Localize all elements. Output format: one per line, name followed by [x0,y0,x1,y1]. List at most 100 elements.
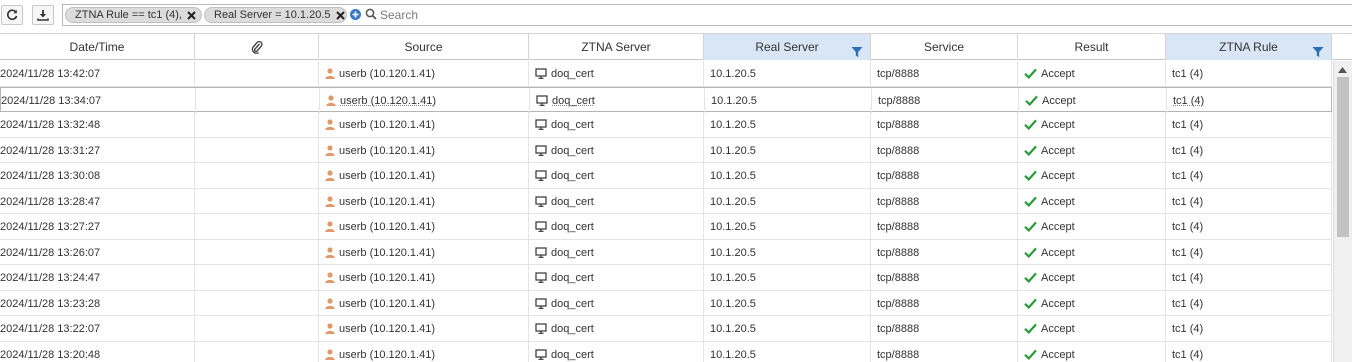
checkmark-icon [1024,196,1037,207]
cell-service: tcp/8888 [872,87,1019,113]
column-header-real-server[interactable]: Real Server [704,34,871,60]
download-button[interactable] [32,5,54,25]
cell-ztna-rule-text: tc1 (4) [1172,68,1204,80]
table-row[interactable]: 2024/11/28 13:42:07 userb (10.120.1.41) do… [0,61,1332,87]
cell-source: userb (10.120.1.41) [319,316,529,341]
table-row[interactable]: 2024/11/28 13:23:28 userb (10.120.1.41) do… [0,290,1332,316]
cell-service-text: tcp/8888 [877,323,920,335]
cell-real-server-text: 10.1.20.5 [710,246,756,259]
column-header-ztna-server[interactable]: ZTNA Server [529,34,704,60]
cell-service-text: tcp/8888 [877,272,920,284]
cell-ztna-rule: tc1 (4) [1166,239,1332,265]
table-row[interactable]: 2024/11/28 13:28:47 userb (10.120.1.41) do… [0,188,1332,214]
checkmark-icon [1024,298,1037,309]
cell-ztna-rule: tc1 (4) [1166,188,1332,214]
checkmark-icon [1024,68,1037,79]
cell-real-server-text: 10.1.20.5 [710,348,756,361]
user-icon [325,170,335,181]
monitor-icon [535,144,547,156]
filter-chip-label: Real Server = 10.1.20.5 [214,9,331,21]
paperclip-icon [251,37,263,63]
cell-ztna-rule-text: tc1 (4) [1172,170,1204,182]
cell-ztna-server: doq_cert [529,214,704,239]
cell-real-server: 10.1.20.5 [704,61,871,86]
cell-result: Accept [1018,112,1166,137]
monitor-icon [535,221,547,232]
cell-service-text: tcp/8888 [877,297,920,310]
download-icon [37,9,49,21]
cell-real-server: 10.1.20.5 [704,214,871,239]
cell-attachment [195,163,319,188]
cell-real-server-text: 10.1.20.5 [711,94,757,107]
cell-ztna-server-text: doq_cert [551,119,594,131]
column-header-result[interactable]: Result [1018,34,1166,60]
cell-datetime: 2024/11/28 13:34:07 [1,87,196,113]
cell-attachment [195,188,319,214]
cell-service: tcp/8888 [871,61,1018,86]
scroll-up-arrow-icon[interactable] [1338,64,1347,76]
cell-service-text: tcp/8888 [877,348,920,361]
filter-bar[interactable]: ZTNA Rule == tc1 (4), Real Server = 10.1… [62,4,1352,26]
table-row[interactable]: 2024/11/28 13:32:48 userb (10.120.1.41) do… [0,112,1332,138]
column-header-source[interactable]: Source [319,34,529,60]
cell-service-text: tcp/8888 [878,94,921,107]
table-row[interactable]: 2024/11/28 13:26:07 userb (10.120.1.41) do… [0,239,1332,265]
column-header-service[interactable]: Service [871,34,1018,60]
cell-datetime-text: 2024/11/28 13:28:47 [0,195,101,208]
cell-ztna-server-text: doq_cert [551,68,594,80]
cell-ztna-server: doq_cert [529,239,704,265]
cell-ztna-server-text: doq_cert [551,221,594,233]
user-icon [325,246,335,258]
cell-real-server: 10.1.20.5 [704,239,871,265]
table-row[interactable]: 2024/11/28 13:20:48 userb (10.120.1.41) do… [0,341,1332,362]
user-icon [325,119,335,130]
cell-service: tcp/8888 [871,265,1018,290]
search-input[interactable] [380,8,780,22]
scrollbar-thumb[interactable] [1337,77,1349,237]
filter-chip-real-server[interactable]: Real Server = 10.1.20.5 [204,7,347,23]
refresh-icon [6,9,18,21]
cell-ztna-rule-text: tc1 (4) [1172,195,1204,208]
cell-datetime-text: 2024/11/28 13:42:07 [0,68,101,80]
cell-ztna-rule: tc1 (4) [1166,137,1332,163]
close-icon[interactable] [335,10,345,20]
table-row[interactable]: 2024/11/28 13:31:27 userb (10.120.1.41) do… [0,137,1332,163]
cell-ztna-rule-text: tc1 (4) [1173,94,1205,107]
table-row[interactable]: 2024/11/28 13:22:07 userb (10.120.1.41) do… [0,316,1332,342]
column-header-datetime[interactable]: Date/Time [0,34,195,60]
filter-chip-ztna-rule[interactable]: ZTNA Rule == tc1 (4), [65,7,202,23]
checkmark-icon [1025,95,1038,106]
table-row[interactable]: 2024/11/28 13:30:08 userb (10.120.1.41) do… [0,163,1332,189]
cell-ztna-rule: tc1 (4) [1166,163,1332,188]
table-row[interactable]: 2024/11/28 13:34:07 userb (10.120.1.41) do… [0,86,1332,113]
cell-result-text: Accept [1041,170,1075,182]
cell-attachment [195,214,319,239]
monitor-icon [535,272,547,283]
cell-real-server-text: 10.1.20.5 [710,323,756,335]
table-row[interactable]: 2024/11/28 13:24:47 userb (10.120.1.41) do… [0,265,1332,291]
cell-attachment [195,290,319,316]
cell-ztna-rule: tc1 (4) [1166,341,1332,362]
cell-real-server: 10.1.20.5 [705,87,872,113]
column-header-ztna-rule[interactable]: ZTNA Rule [1166,34,1332,60]
cell-result-text: Accept [1041,348,1075,361]
cell-service-text: tcp/8888 [877,195,920,208]
column-header-attachment[interactable] [195,34,319,60]
cell-ztna-rule-text: tc1 (4) [1172,119,1204,131]
cell-source-text: userb (10.120.1.41) [339,119,436,131]
add-filter-icon[interactable] [350,9,361,23]
refresh-button[interactable] [1,5,23,25]
cell-source: userb (10.120.1.41) [319,341,529,362]
monitor-icon [536,94,548,106]
cell-source-text: userb (10.120.1.41) [339,297,436,310]
user-icon [325,297,335,309]
cell-datetime: 2024/11/28 13:20:48 [0,341,195,362]
column-header-spacer [1332,34,1352,60]
cell-ztna-rule: tc1 (4) [1166,290,1332,316]
close-icon[interactable] [187,10,196,20]
cell-ztna-server: doq_cert [530,87,705,113]
cell-result-text: Accept [1041,144,1075,157]
table-row[interactable]: 2024/11/28 13:27:27 userb (10.120.1.41) do… [0,214,1332,240]
cell-source: userb (10.120.1.41) [319,61,529,86]
vertical-scrollbar[interactable] [1333,61,1352,362]
